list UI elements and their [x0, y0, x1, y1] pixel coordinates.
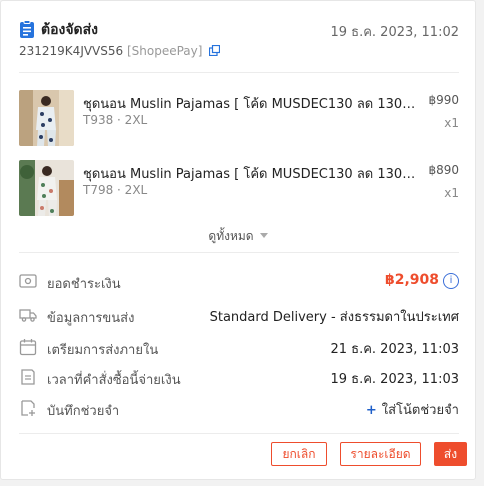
order-status: ต้องจัดส่ง	[41, 22, 99, 38]
truck-icon	[19, 309, 37, 322]
receipt-icon	[21, 369, 35, 385]
add-note-button[interactable]: + ใส่โน้ตช่วยจำ	[366, 399, 459, 420]
add-note-label: ใส่โน้ตช่วยจำ	[381, 403, 459, 418]
order-card: ต้องจัดส่ง 19 ธ.ค. 2023, 11:02 231219K4J…	[0, 0, 476, 480]
details-button[interactable]: รายละเอียด	[340, 442, 421, 466]
item-quantity: x1	[444, 116, 459, 130]
cash-icon	[19, 274, 37, 288]
ship-button[interactable]: ส่ง	[434, 442, 467, 466]
product-image	[19, 160, 74, 216]
item-price: ฿890	[428, 163, 459, 177]
view-all-button[interactable]: ดูทั้งหมด	[1, 227, 475, 246]
order-header: ต้องจัดส่ง 19 ธ.ค. 2023, 11:02	[19, 19, 459, 40]
item-variant: T938 · 2XL	[83, 113, 148, 127]
clipboard-icon	[20, 20, 34, 38]
paid-time-value: 19 ธ.ค. 2023, 11:03	[330, 372, 459, 387]
product-image	[19, 90, 74, 146]
payment-method: [ShopeePay]	[126, 44, 203, 58]
order-item[interactable]: ชุดนอน Muslin Pajamas [ โค้ด MUSDEC130 ล…	[19, 90, 459, 146]
prepare-label: เตรียมการส่งภายใน	[47, 343, 159, 358]
chevron-down-icon	[259, 233, 268, 238]
note-label: บันทึกช่วยจำ	[47, 404, 120, 419]
shipping-label: ข้อมูลการขนส่ง	[47, 311, 135, 326]
plus-icon: +	[365, 403, 377, 418]
order-id-line: 231219K4JVVS56 [ShopeePay]	[19, 44, 221, 58]
paid-time-label: เวลาที่คำสั่งซื้อนี้จ่ายเงิน	[47, 373, 181, 388]
divider	[19, 252, 459, 253]
calendar-icon	[19, 339, 37, 356]
shipping-row: ข้อมูลการขนส่ง Standard Delivery - ส่งธร…	[19, 306, 459, 326]
order-id[interactable]: 231219K4JVVS56	[19, 44, 123, 58]
note-row: บันทึกช่วยจำ + ใส่โน้ตช่วยจำ	[19, 399, 459, 419]
divider	[19, 433, 459, 434]
total-row: ยอดชำระเงิน ฿2,908 i	[19, 272, 459, 292]
prepare-value: 21 ธ.ค. 2023, 11:03	[330, 342, 459, 357]
total-label: ยอดชำระเงิน	[47, 277, 121, 292]
order-date: 19 ธ.ค. 2023, 11:02	[330, 25, 459, 40]
divider	[19, 72, 459, 73]
order-item[interactable]: ชุดนอน Muslin Pajamas [ โค้ด MUSDEC130 ล…	[19, 160, 459, 216]
info-icon[interactable]: i	[443, 273, 459, 289]
shipping-value: Standard Delivery - ส่งธรรมดาในประเทศ	[209, 310, 459, 325]
item-name[interactable]: ชุดนอน Muslin Pajamas [ โค้ด MUSDEC130 ล…	[83, 93, 418, 114]
cancel-button[interactable]: ยกเลิก	[271, 442, 327, 466]
note-add-icon	[21, 400, 35, 416]
paid-time-row: เวลาที่คำสั่งซื้อนี้จ่ายเงิน 19 ธ.ค. 202…	[19, 368, 459, 388]
item-variant: T798 · 2XL	[83, 183, 148, 197]
external-link-icon[interactable]	[209, 45, 221, 56]
prepare-row: เตรียมการส่งภายใน 21 ธ.ค. 2023, 11:03	[19, 338, 459, 358]
item-name[interactable]: ชุดนอน Muslin Pajamas [ โค้ด MUSDEC130 ล…	[83, 163, 418, 184]
total-value: ฿2,908	[384, 272, 439, 288]
item-quantity: x1	[444, 186, 459, 200]
view-all-label: ดูทั้งหมด	[208, 229, 254, 243]
item-price: ฿990	[428, 93, 459, 107]
